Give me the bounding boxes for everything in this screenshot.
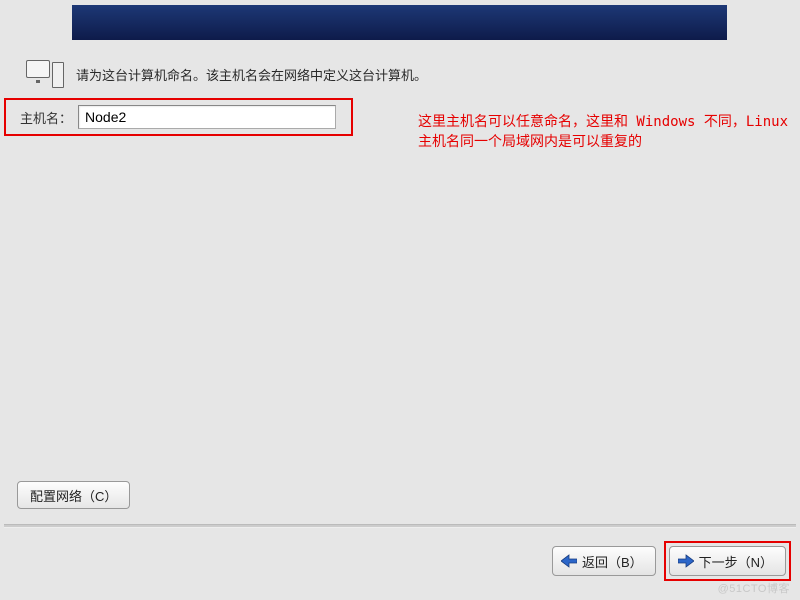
back-button-label: 返回（B） [582,552,643,571]
separator [4,524,796,528]
hostname-input[interactable] [78,105,336,129]
arrow-left-icon [561,554,577,568]
configure-network-button[interactable]: 配置网络（C） [17,481,130,509]
hostname-field-group: 主机名： [4,98,353,136]
computer-icon [26,58,66,90]
next-button[interactable]: 下一步（N） [669,546,786,576]
header-banner [72,5,727,40]
next-button-highlight: 下一步（N） [664,541,791,581]
next-button-label: 下一步（N） [699,552,773,571]
instruction-row: 请为这台计算机命名。该主机名会在网络中定义这台计算机。 [26,58,427,90]
hostname-label: 主机名： [20,108,72,127]
back-button[interactable]: 返回（B） [552,546,656,576]
nav-button-bar: 返回（B） 下一步（N） [552,541,791,581]
instruction-text: 请为这台计算机命名。该主机名会在网络中定义这台计算机。 [76,65,427,84]
watermark: @51CTO博客 [718,580,790,596]
arrow-right-icon [678,554,694,568]
annotation-text: 这里主机名可以任意命名，这里和 Windows 不同，Linux 主机名同一个局… [418,112,788,153]
